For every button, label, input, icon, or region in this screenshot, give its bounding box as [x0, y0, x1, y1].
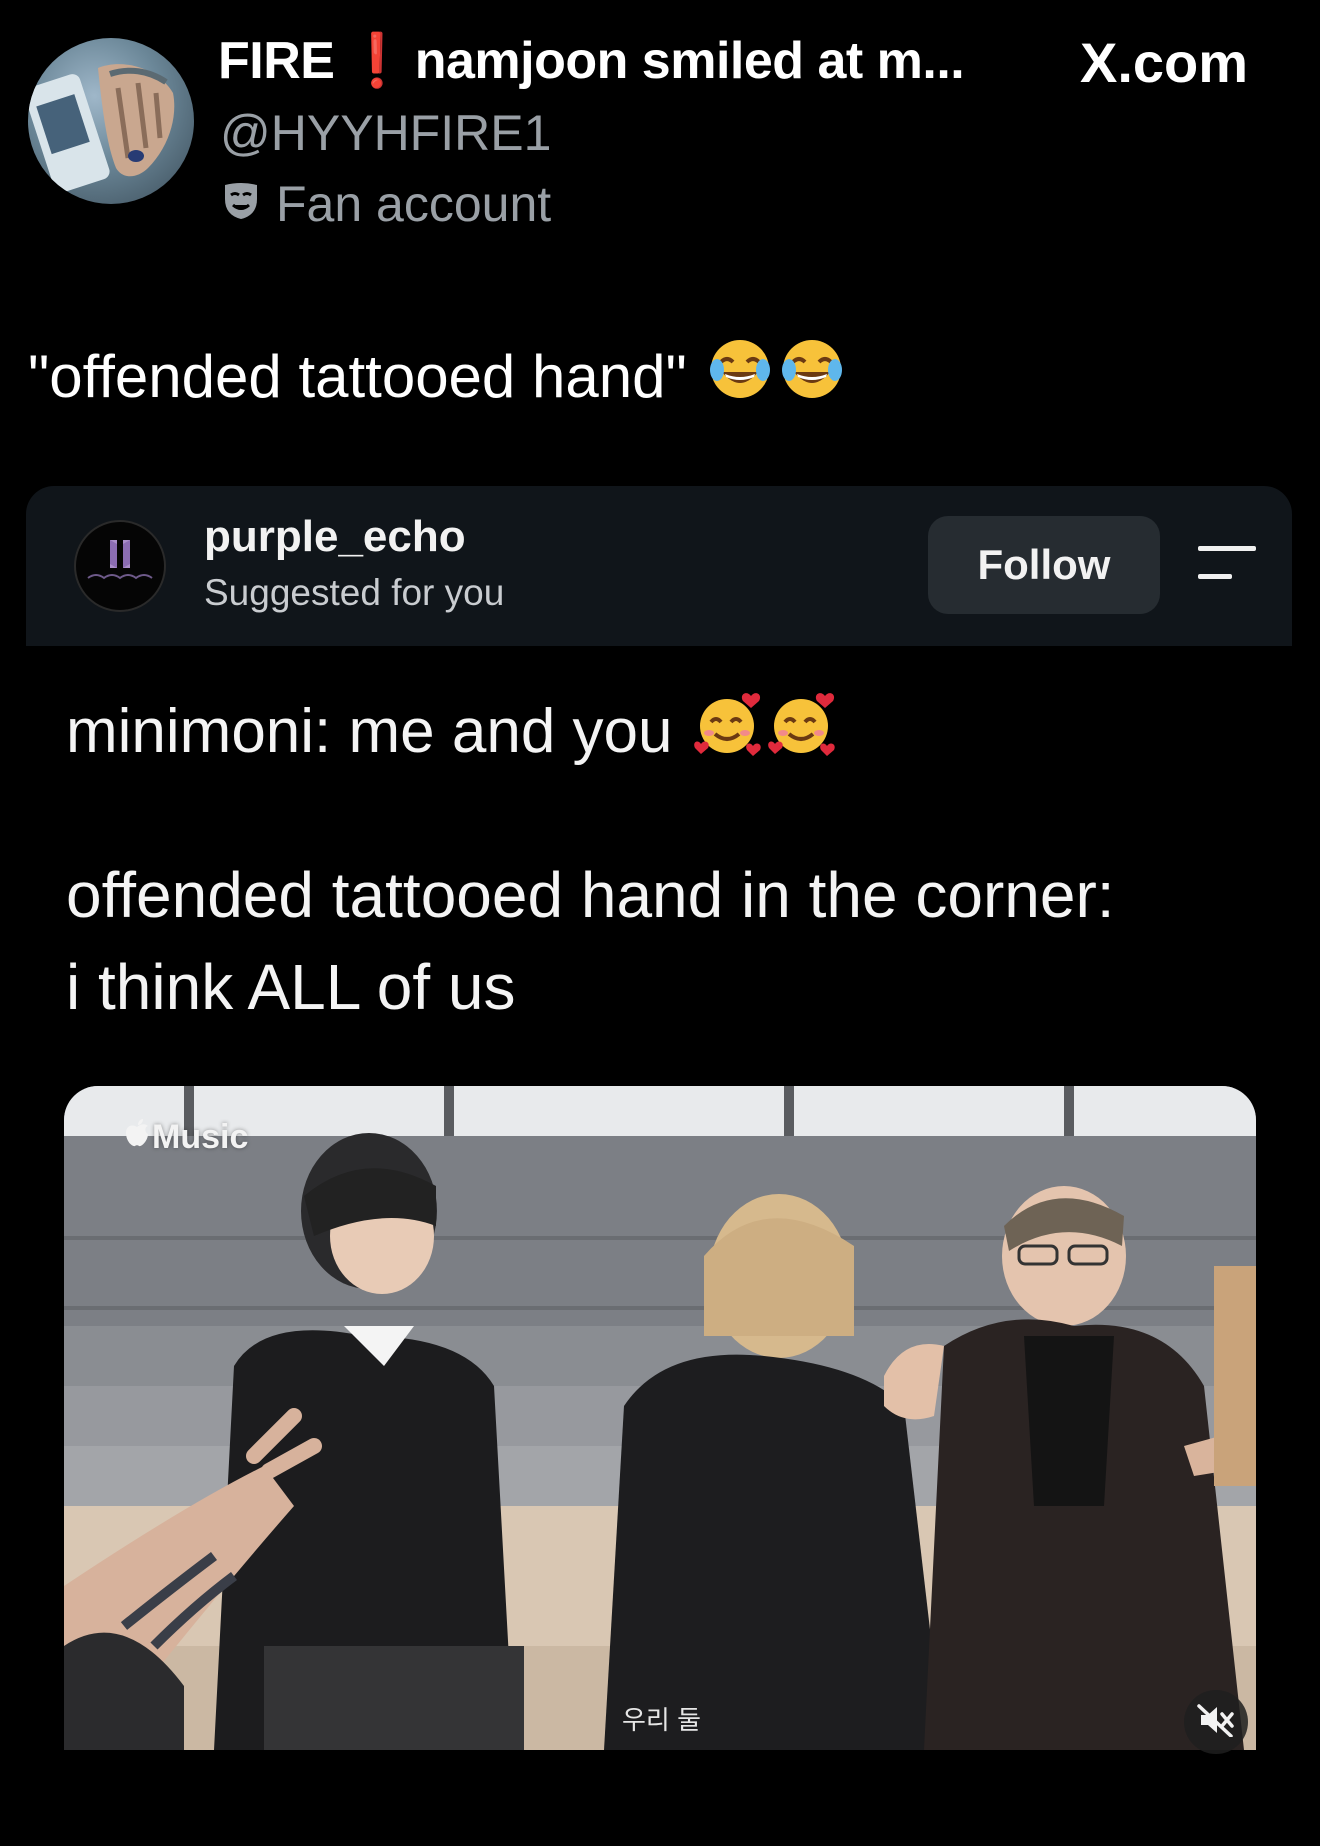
video-player[interactable]: [64, 1086, 1256, 1750]
post-username[interactable]: purple_echo: [204, 512, 466, 562]
tears-of-joy-emoji: [707, 336, 773, 416]
purple-echo-avatar[interactable]: [74, 520, 166, 612]
video-caption: 우리 둘: [622, 1705, 701, 1735]
smiling-face-with-hearts-emoji: [693, 688, 765, 775]
mask-icon: [222, 175, 260, 233]
tears-of-joy-emoji: [779, 336, 845, 416]
mute-button[interactable]: [1184, 1690, 1248, 1754]
apple-music-watermark: Music: [124, 1118, 248, 1157]
video-still: [64, 1086, 1256, 1750]
suggested-label: Suggested for you: [204, 572, 505, 613]
meme-text-line2: offended tattooed hand in the corner:: [66, 859, 1115, 931]
meme-text-line3: i think ALL of us: [66, 951, 516, 1023]
menu-icon[interactable]: [1194, 540, 1260, 586]
account-label: Fan account: [222, 176, 551, 232]
display-name[interactable]: FIRE ❗ namjoon smiled at m...: [218, 30, 965, 91]
music-watermark-text: Music: [152, 1118, 249, 1156]
muted-speaker-icon: [1197, 1703, 1235, 1742]
display-name-rest: namjoon smiled at m...: [414, 32, 965, 90]
exclamation-icon: ❗: [344, 32, 409, 90]
meme-text-line1: minimoni: me and you: [66, 688, 839, 775]
account-label-text: Fan account: [276, 176, 552, 232]
tweet-text-content: "offended tattooed hand": [28, 342, 687, 410]
user-handle[interactable]: @HYYHFIRE1: [220, 104, 551, 162]
tweet-text: "offended tattooed hand": [28, 336, 845, 416]
display-name-first: FIRE: [218, 32, 335, 90]
apple-icon: [124, 1118, 150, 1157]
site-text: X.com: [1080, 31, 1249, 94]
meme-text-line1-content: minimoni: me and you: [66, 697, 673, 766]
x-com-label: X.com: [1080, 30, 1248, 95]
follow-button[interactable]: Follow: [928, 516, 1160, 614]
profile-avatar[interactable]: [28, 38, 194, 204]
smiling-face-with-hearts-emoji: [767, 688, 839, 775]
